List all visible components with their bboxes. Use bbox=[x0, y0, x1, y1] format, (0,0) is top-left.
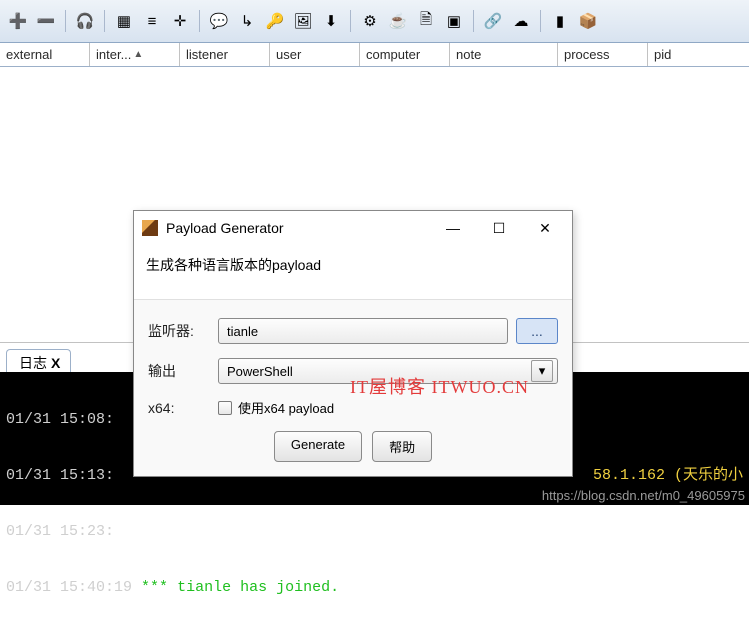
download-icon[interactable]: ⬇ bbox=[319, 9, 343, 33]
x64-checkbox-label: 使用x64 payload bbox=[238, 398, 334, 417]
x64-row: x64: 使用x64 payload bbox=[148, 398, 558, 417]
list-icon[interactable]: ≡ bbox=[140, 9, 164, 33]
terminal-watermark: https://blog.csdn.net/m0_49605975 bbox=[542, 488, 745, 503]
minus-icon[interactable]: ➖ bbox=[34, 9, 58, 33]
dialog-title: Payload Generator bbox=[166, 220, 284, 236]
grid-icon[interactable]: ▦ bbox=[112, 9, 136, 33]
separator bbox=[473, 10, 474, 32]
close-icon[interactable]: ✕ bbox=[522, 213, 568, 243]
tab-label: 日志 bbox=[19, 353, 47, 373]
chat-icon[interactable]: 💬 bbox=[207, 9, 231, 33]
gear-icon[interactable]: ⚙ bbox=[358, 9, 382, 33]
terminal-icon[interactable]: ▣ bbox=[442, 9, 466, 33]
col-listener[interactable]: listener bbox=[180, 43, 270, 66]
separator bbox=[199, 10, 200, 32]
output-value: PowerShell bbox=[227, 364, 293, 379]
key-icon[interactable]: 🔑 bbox=[263, 9, 287, 33]
target-icon[interactable]: ✛ bbox=[168, 9, 192, 33]
chevron-down-icon[interactable]: ▾ bbox=[531, 360, 553, 382]
plus-icon[interactable]: ➕ bbox=[6, 9, 30, 33]
dialog-buttons: Generate 帮助 bbox=[148, 431, 558, 462]
listener-label: 监听器: bbox=[148, 321, 218, 341]
link-icon[interactable]: 🔗 bbox=[481, 9, 505, 33]
col-process[interactable]: process bbox=[558, 43, 648, 66]
col-computer[interactable]: computer bbox=[360, 43, 450, 66]
separator bbox=[104, 10, 105, 32]
sort-asc-icon: ▲ bbox=[133, 49, 143, 60]
cloud-icon[interactable]: ☁ bbox=[509, 9, 533, 33]
col-internal[interactable]: inter...▲ bbox=[90, 43, 180, 66]
separator bbox=[350, 10, 351, 32]
x64-label: x64: bbox=[148, 400, 218, 416]
separator bbox=[540, 10, 541, 32]
coffee-icon[interactable]: ☕ bbox=[386, 9, 410, 33]
listener-input[interactable]: tianle bbox=[218, 318, 508, 344]
maximize-icon[interactable]: ☐ bbox=[476, 213, 522, 243]
dialog-title-bar[interactable]: Payload Generator — ☐ ✕ bbox=[134, 211, 572, 245]
col-note[interactable]: note bbox=[450, 43, 558, 66]
tab-close-icon[interactable]: X bbox=[51, 355, 60, 371]
package-icon[interactable]: 📦 bbox=[576, 9, 600, 33]
minimize-icon[interactable]: — bbox=[430, 213, 476, 243]
payload-generator-dialog: Payload Generator — ☐ ✕ 生成各种语言版本的payload… bbox=[133, 210, 573, 477]
column-header-row: external inter...▲ listener user compute… bbox=[0, 43, 749, 67]
listener-browse-button[interactable]: ... bbox=[516, 318, 558, 344]
arrow-icon[interactable]: ↳ bbox=[235, 9, 259, 33]
dialog-description: 生成各种语言版本的payload bbox=[134, 245, 572, 300]
col-user[interactable]: user bbox=[270, 43, 360, 66]
headphones-icon[interactable]: 🎧 bbox=[73, 9, 97, 33]
help-button[interactable]: 帮助 bbox=[372, 431, 432, 462]
x64-checkbox[interactable] bbox=[218, 401, 232, 415]
image-icon[interactable]: 🖼 bbox=[291, 9, 315, 33]
file-icon[interactable]: 🗎 bbox=[414, 9, 438, 33]
generate-button[interactable]: Generate bbox=[274, 431, 362, 462]
col-external[interactable]: external bbox=[0, 43, 90, 66]
server-icon[interactable]: ▮ bbox=[548, 9, 572, 33]
main-toolbar: ➕ ➖ 🎧 ▦ ≡ ✛ 💬 ↳ 🔑 🖼 ⬇ ⚙ ☕ 🗎 ▣ 🔗 ☁ ▮ 📦 bbox=[0, 0, 749, 43]
separator bbox=[65, 10, 66, 32]
dialog-app-icon bbox=[142, 220, 158, 236]
terminal-line: 01/31 15:23: bbox=[6, 521, 743, 543]
col-pid[interactable]: pid bbox=[648, 43, 738, 66]
terminal-line: 01/31 15:40:19 *** tianle has joined. bbox=[6, 577, 743, 599]
listener-row: 监听器: tianle ... bbox=[148, 318, 558, 344]
page-watermark: IT屋博客 ITWUO.CN bbox=[350, 373, 529, 399]
output-label: 输出 bbox=[148, 361, 218, 381]
